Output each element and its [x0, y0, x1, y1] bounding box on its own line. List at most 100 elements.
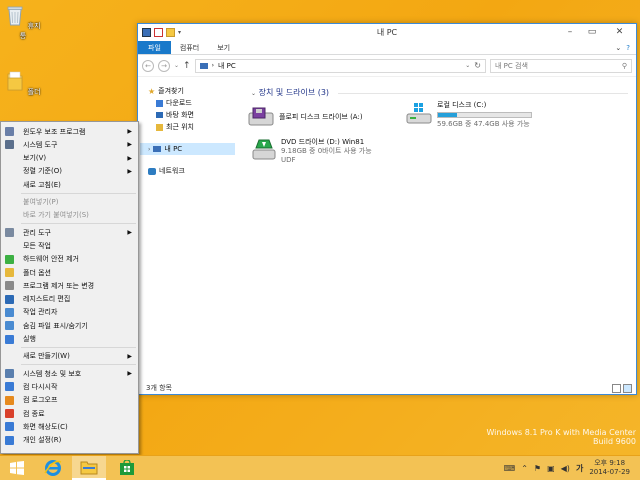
watermark-build: Build 9600: [593, 437, 636, 446]
menu-item-icon: [5, 294, 14, 304]
context-menu-item-label: 새로 만들기(W): [23, 352, 70, 361]
start-button[interactable]: [0, 456, 34, 480]
help-icon[interactable]: ?: [626, 44, 630, 52]
context-menu-item[interactable]: 새로 만들기(W) ▶: [1, 350, 138, 363]
chevron-up-icon[interactable]: ⌃: [521, 464, 528, 473]
context-menu-item[interactable]: 폴더 옵션: [1, 266, 138, 279]
context-menu-item[interactable]: 레지스트리 편집: [1, 293, 138, 306]
context-menu-item[interactable]: 시스템 청소 및 보호 ▶: [1, 367, 138, 380]
drive-local-c[interactable]: 로컬 디스크 (C:) 59.6GB 중 47.4GB 사용 가능: [406, 101, 532, 129]
context-menu-item-label: 관리 도구: [23, 228, 51, 237]
nav-item-recent[interactable]: 최근 위치: [138, 121, 235, 133]
context-menu-item[interactable]: 개인 설정(R): [1, 434, 138, 447]
context-menu-item[interactable]: 붙여넣기(P): [1, 196, 138, 209]
context-menu-item[interactable]: 시스템 도구 ▶: [1, 138, 138, 151]
maximize-button[interactable]: ▭: [581, 24, 603, 40]
context-menu-item[interactable]: 컴 종료: [1, 407, 138, 420]
drive-floppy[interactable]: 플로피 디스크 드라이브 (A:): [248, 106, 363, 128]
taskbar-internet-explorer[interactable]: [36, 456, 70, 480]
context-menu-item[interactable]: 새로 고침(E): [1, 178, 138, 191]
drive-name: 로컬 디스크 (C:): [437, 101, 487, 109]
tab-computer[interactable]: 컴퓨터: [171, 41, 208, 54]
desktop-icon-recycle-bin[interactable]: 휴지통: [3, 4, 43, 41]
drive-dvd[interactable]: DVD 드라이브 (D:) Win81 9.18GB 중 0바이트 사용 가능 …: [252, 138, 372, 165]
language-indicator-icon[interactable]: 가: [576, 463, 583, 474]
menu-item-icon: [5, 228, 14, 238]
menu-separator: [21, 346, 136, 348]
context-menu-item-label: 모든 작업: [23, 241, 51, 250]
ribbon-tabs: 파일 컴퓨터 보기 ⌄ ?: [138, 41, 636, 55]
refresh-icon[interactable]: ↻: [474, 61, 481, 70]
menu-item-icon: [5, 334, 14, 344]
keyboard-icon[interactable]: ⌨: [504, 464, 516, 473]
chevron-down-icon[interactable]: ⌄: [251, 90, 256, 97]
nav-item-favorites[interactable]: ★ 즐겨찾기: [138, 85, 235, 97]
details-view-button[interactable]: [612, 384, 621, 393]
chevron-down-icon[interactable]: ⌄: [615, 44, 621, 52]
context-menu-item[interactable]: 프로그램 제거 또는 변경: [1, 279, 138, 292]
large-icons-view-button[interactable]: [623, 384, 632, 393]
recent-locations-icon[interactable]: ⌄: [174, 62, 179, 69]
search-input[interactable]: 내 PC 검색 ⚲: [490, 58, 632, 73]
back-button[interactable]: ←: [142, 59, 154, 72]
breadcrumb-separator-icon[interactable]: ›: [212, 62, 214, 69]
context-menu-item[interactable]: 정렬 기준(O) ▶: [1, 165, 138, 178]
context-menu-item[interactable]: 실행: [1, 333, 138, 346]
clock-date: 2014-07-29: [589, 468, 630, 476]
drive-usage-fill: [438, 113, 457, 117]
title-bar[interactable]: ▾ 내 PC – ▭ ✕: [138, 24, 636, 41]
close-button[interactable]: ✕: [603, 24, 636, 40]
context-menu-item-label: 보기(V): [23, 154, 47, 163]
context-menu-item[interactable]: 모든 작업: [1, 239, 138, 252]
network-status-icon[interactable]: ▣: [547, 464, 555, 473]
ribbon-expand-controls[interactable]: ⌄ ?: [609, 41, 636, 54]
tab-file[interactable]: 파일: [138, 41, 171, 54]
desktop-icon-folder[interactable]: 폴더: [3, 70, 43, 97]
context-menu-item[interactable]: 화면 해상도(C): [1, 420, 138, 433]
menu-item-icon: [5, 369, 14, 379]
tab-view[interactable]: 보기: [208, 41, 239, 54]
nav-item-desktop[interactable]: 바탕 화면: [138, 109, 235, 121]
context-menu-item[interactable]: 숨김 파일 표시/숨기기: [1, 319, 138, 332]
section-header-devices[interactable]: ⌄ 장치 및 드라이브 (3): [251, 87, 329, 98]
os-watermark: Windows 8.1 Pro K with Media Center Buil…: [486, 428, 636, 446]
menu-item-icon: [5, 395, 14, 405]
context-menu-item-label: 붙여넣기(P): [23, 198, 59, 206]
context-menu-item-label: 숨김 파일 표시/숨기기: [23, 321, 88, 330]
context-menu-item[interactable]: 컴 다시시작: [1, 380, 138, 393]
forward-button[interactable]: →: [158, 59, 170, 72]
context-menu-item[interactable]: 관리 도구 ▶: [1, 226, 138, 239]
minimize-button[interactable]: –: [559, 24, 581, 40]
context-menu-item-label: 화면 해상도(C): [23, 422, 68, 431]
context-menu-item[interactable]: 작업 관리자: [1, 306, 138, 319]
context-menu-item-label: 작업 관리자: [23, 308, 58, 317]
address-bar[interactable]: › 내 PC ⌄ ↻: [194, 58, 486, 73]
context-menu-item[interactable]: 보기(V) ▶: [1, 152, 138, 165]
context-menu-item-label: 하드웨어 안전 제거: [23, 255, 79, 264]
content-pane: ⌄ 장치 및 드라이브 (3) 플로피 디스크 드라이브 (A:) 로컬 디스크…: [238, 81, 636, 382]
taskbar-file-explorer[interactable]: [72, 456, 106, 480]
context-menu-item-label: 새로 고침(E): [23, 180, 61, 189]
flag-icon[interactable]: ⚑: [534, 464, 541, 473]
up-button[interactable]: ↑: [183, 61, 191, 71]
watermark-edition: Windows 8.1 Pro K with Media Center: [486, 428, 636, 437]
volume-icon[interactable]: ◀): [561, 464, 570, 473]
taskbar-store[interactable]: [110, 456, 144, 480]
context-menu-item[interactable]: 바로 가기 붙여넣기(S): [1, 209, 138, 222]
address-row: ← → ⌄ ↑ › 내 PC ⌄ ↻ 내 PC 검색 ⚲: [138, 55, 636, 77]
desktop-context-menu: 윈도우 보조 프로그램 ▶ 시스템 도구 ▶ 보기(V) ▶ 정렬 기준(O) ▶ 새로 고침(…: [0, 121, 139, 454]
dvd-drive-icon: [252, 139, 276, 160]
context-menu-item[interactable]: 윈도우 보조 프로그램 ▶: [1, 125, 138, 138]
nav-label: 바탕 화면: [166, 111, 194, 119]
context-menu-item-label: 컴 종료: [23, 409, 45, 418]
nav-item-downloads[interactable]: 다운로드: [138, 97, 235, 109]
nav-item-this-pc[interactable]: › 내 PC: [140, 143, 235, 155]
chevron-right-icon[interactable]: ›: [148, 146, 150, 153]
nav-item-network[interactable]: 네트워크: [138, 165, 235, 177]
breadcrumb-this-pc[interactable]: 내 PC: [218, 61, 236, 71]
context-menu-item[interactable]: 컴 로그오프: [1, 394, 138, 407]
address-dropdown-icon[interactable]: ⌄: [465, 62, 470, 69]
drive-filesystem: UDF: [281, 156, 296, 164]
taskbar-clock[interactable]: 오후 9:18 2014-07-29: [589, 459, 630, 477]
context-menu-item[interactable]: 하드웨어 안전 제거: [1, 253, 138, 266]
